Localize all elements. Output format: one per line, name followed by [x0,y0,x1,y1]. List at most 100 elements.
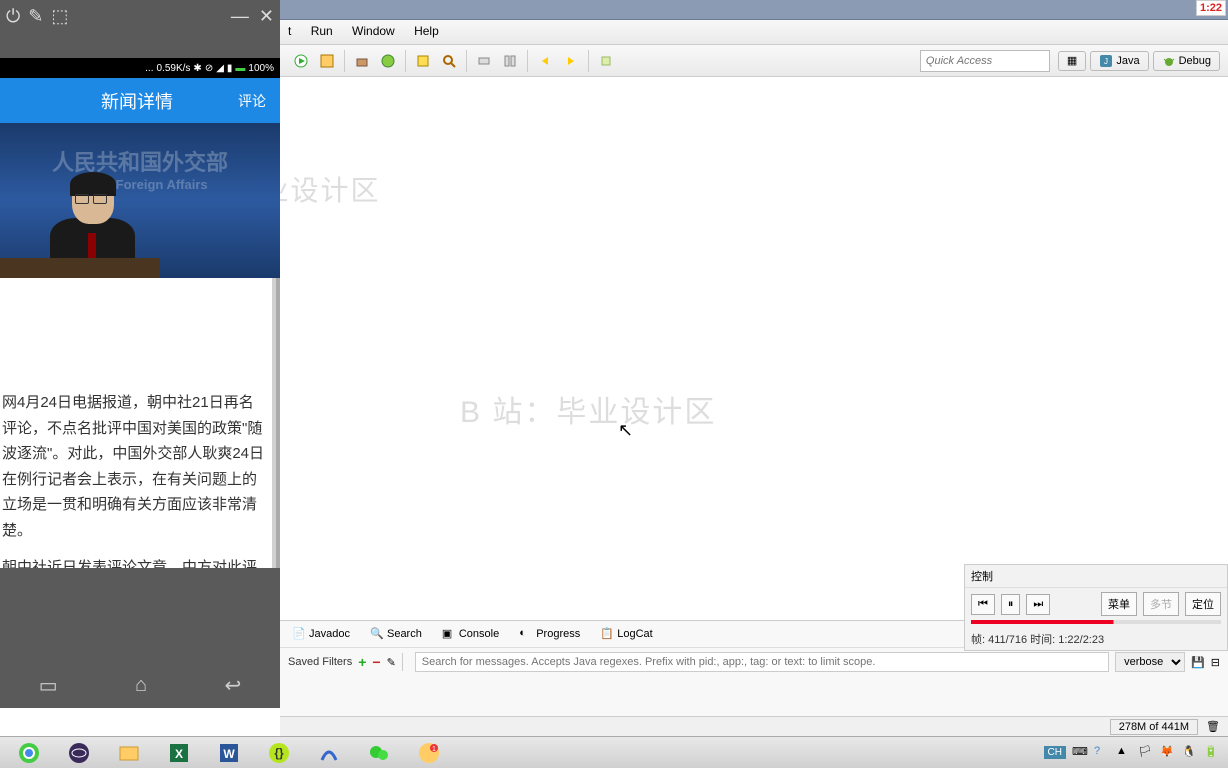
pin-icon[interactable] [595,50,617,72]
explorer-app-icon[interactable] [107,739,151,767]
keyboard-tray-icon[interactable]: ⌨ [1072,745,1088,761]
news-image: 人民共和国外交部 stry of Foreign Affairs [0,123,280,278]
toggle-icon[interactable] [473,50,495,72]
logcat-toolbar: Saved Filters + − ✎ verbose 💾 ⊟ [280,648,1228,676]
system-tray: CH ⌨ ? ▲ 🏳 🦊 🐧 🔋 [1044,745,1224,761]
article-para-2: 朝中社近日发表评论文章，中方对此评论？ [2,555,266,568]
tab-logcat[interactable]: 📋LogCat [596,625,656,643]
status-bar: 278M of 441M 🗑 [280,716,1228,736]
locate-button[interactable]: 定位 [1185,592,1221,616]
log-level-select[interactable]: verbose [1115,652,1185,672]
minimize-icon[interactable]: — [231,6,249,27]
tab-progress[interactable]: ◐Progress [515,625,584,643]
run-icon[interactable] [290,50,312,72]
new-package-icon[interactable] [351,50,373,72]
browser-app-icon[interactable]: 1 [407,739,451,767]
article-para-1: 网4月24日电据报道，朝中社21日再名评论，不点名批评中国对美国的政策"随波逐流… [2,390,266,543]
search-tab-icon: 🔍 [370,627,384,641]
recent-apps-button[interactable]: ▭ [39,673,58,698]
crop-icon[interactable]: ⬚ [51,6,68,27]
run-external-icon[interactable] [316,50,338,72]
pencil-icon[interactable]: ✎ [28,6,43,27]
flag-tray-icon[interactable]: 🏳 [1138,745,1154,761]
save-log-icon[interactable]: 💾 [1191,656,1205,669]
lang-indicator[interactable]: CH [1044,746,1066,759]
add-filter-icon[interactable]: + [358,654,366,670]
emulator-panel: ⏻ ✎ ⬚ — ✕ ... 0.59K/s ✱ ⊘ ◢ ▮ ▬ 100% 新闻详… [0,0,280,708]
signal-icon: ▮ [227,63,233,74]
play-pause-button[interactable]: ⏸ [1001,594,1021,615]
menu-window[interactable]: Window [352,24,395,38]
menu-t[interactable]: t [288,24,291,38]
excel-app-icon[interactable]: X [157,739,201,767]
comment-button[interactable]: 评论 [224,91,280,111]
scrollbar[interactable] [272,278,276,568]
back-nav-icon[interactable] [534,50,556,72]
battery-icon: ▬ [235,63,245,74]
fox-tray-icon[interactable]: 🦊 [1160,745,1176,761]
menu-button[interactable]: 菜单 [1101,592,1137,616]
battery-pct: 100% [248,63,274,74]
heap-status: 278M of 441M [1110,719,1198,735]
tab-search[interactable]: 🔍Search [366,625,426,643]
close-icon[interactable]: ✕ [259,6,274,27]
debug-perspective-button[interactable]: Debug [1153,51,1220,71]
navicat-app-icon[interactable] [307,739,351,767]
emulator-toolbar: ⏻ ✎ ⬚ — ✕ [0,0,280,58]
main-toolbar: ▦ J Java Debug [280,45,1228,77]
split-icon[interactable] [499,50,521,72]
gc-trash-icon[interactable]: 🗑 [1206,720,1220,733]
app-title: 新闻详情 [0,88,224,114]
qq-tray-icon[interactable]: 🐧 [1182,745,1198,761]
progress-bar[interactable] [971,620,1221,624]
quick-access-input[interactable] [920,50,1050,72]
mute-icon: ⊘ [205,63,213,74]
logcat-search-input[interactable] [415,652,1109,672]
video-control-panel: 控制 ⏮ ⏸ ⏭ 菜单 多节 定位 帧: 411/716 时间: 1:22/2:… [964,564,1228,651]
clear-log-icon[interactable]: ⊟ [1211,656,1220,669]
battery-tray-icon[interactable]: 🔋 [1204,745,1220,761]
tab-console[interactable]: ▣Console [438,625,503,643]
svg-text:1: 1 [432,746,436,753]
phone-status-bar: ... 0.59K/s ✱ ⊘ ◢ ▮ ▬ 100% [0,58,280,78]
open-type-icon[interactable] [412,50,434,72]
home-button[interactable]: ⌂ [135,674,147,697]
menu-help[interactable]: Help [414,24,439,38]
console-icon: ▣ [442,627,456,641]
java-perspective-button[interactable]: J Java [1090,51,1148,71]
taskbar: X W {} 1 CH ⌨ ? ▲ 🏳 🦊 🐧 🔋 [0,736,1228,768]
search-icon[interactable] [438,50,460,72]
multi-button[interactable]: 多节 [1143,592,1179,616]
tab-javadoc[interactable]: 📄Javadoc [288,625,354,643]
top-clock: 1:22 [1196,0,1226,16]
article-content[interactable]: 网4月24日电据报道，朝中社21日再名评论，不点名批评中国对美国的政策"随波逐流… [0,278,280,568]
wechat-app-icon[interactable] [357,739,401,767]
word-app-icon[interactable]: W [207,739,251,767]
editor-area: B 站：毕业设计区 B 站：毕业设计区 B站：毕业设计区（视频带源码论文———>… [280,77,1228,620]
menu-run[interactable]: Run [311,24,333,38]
watermark-2: B 站：毕业设计区 [460,387,716,431]
help-tray-icon[interactable]: ? [1094,745,1110,761]
forward-nav-icon[interactable] [560,50,582,72]
saved-filters-label: Saved Filters [288,656,352,668]
next-frame-button[interactable]: ⏭ [1026,594,1050,615]
back-button[interactable]: ↩ [225,673,242,698]
chevron-up-icon[interactable]: ▲ [1116,745,1132,761]
logcat-icon: 📋 [600,627,614,641]
app-header: 新闻详情 评论 [0,78,280,123]
network-speed: 0.59K/s [157,63,191,74]
chrome-app-icon[interactable] [7,739,51,767]
new-class-icon[interactable] [377,50,399,72]
javadoc-icon: 📄 [292,627,306,641]
power-icon[interactable]: ⏻ [6,6,20,27]
code-app-icon[interactable]: {} [257,739,301,767]
svg-text:X: X [175,747,183,761]
edit-filter-icon[interactable]: ✎ [387,656,396,669]
eclipse-app-icon[interactable] [57,739,101,767]
wifi-icon: ◢ [216,63,224,74]
bug-icon [1162,54,1176,68]
perspective-open-icon[interactable]: ▦ [1058,51,1086,71]
prev-frame-button[interactable]: ⏮ [971,594,995,615]
remove-filter-icon[interactable]: − [372,654,380,670]
phone-nav-bar: ▭ ⌂ ↩ [0,662,280,708]
